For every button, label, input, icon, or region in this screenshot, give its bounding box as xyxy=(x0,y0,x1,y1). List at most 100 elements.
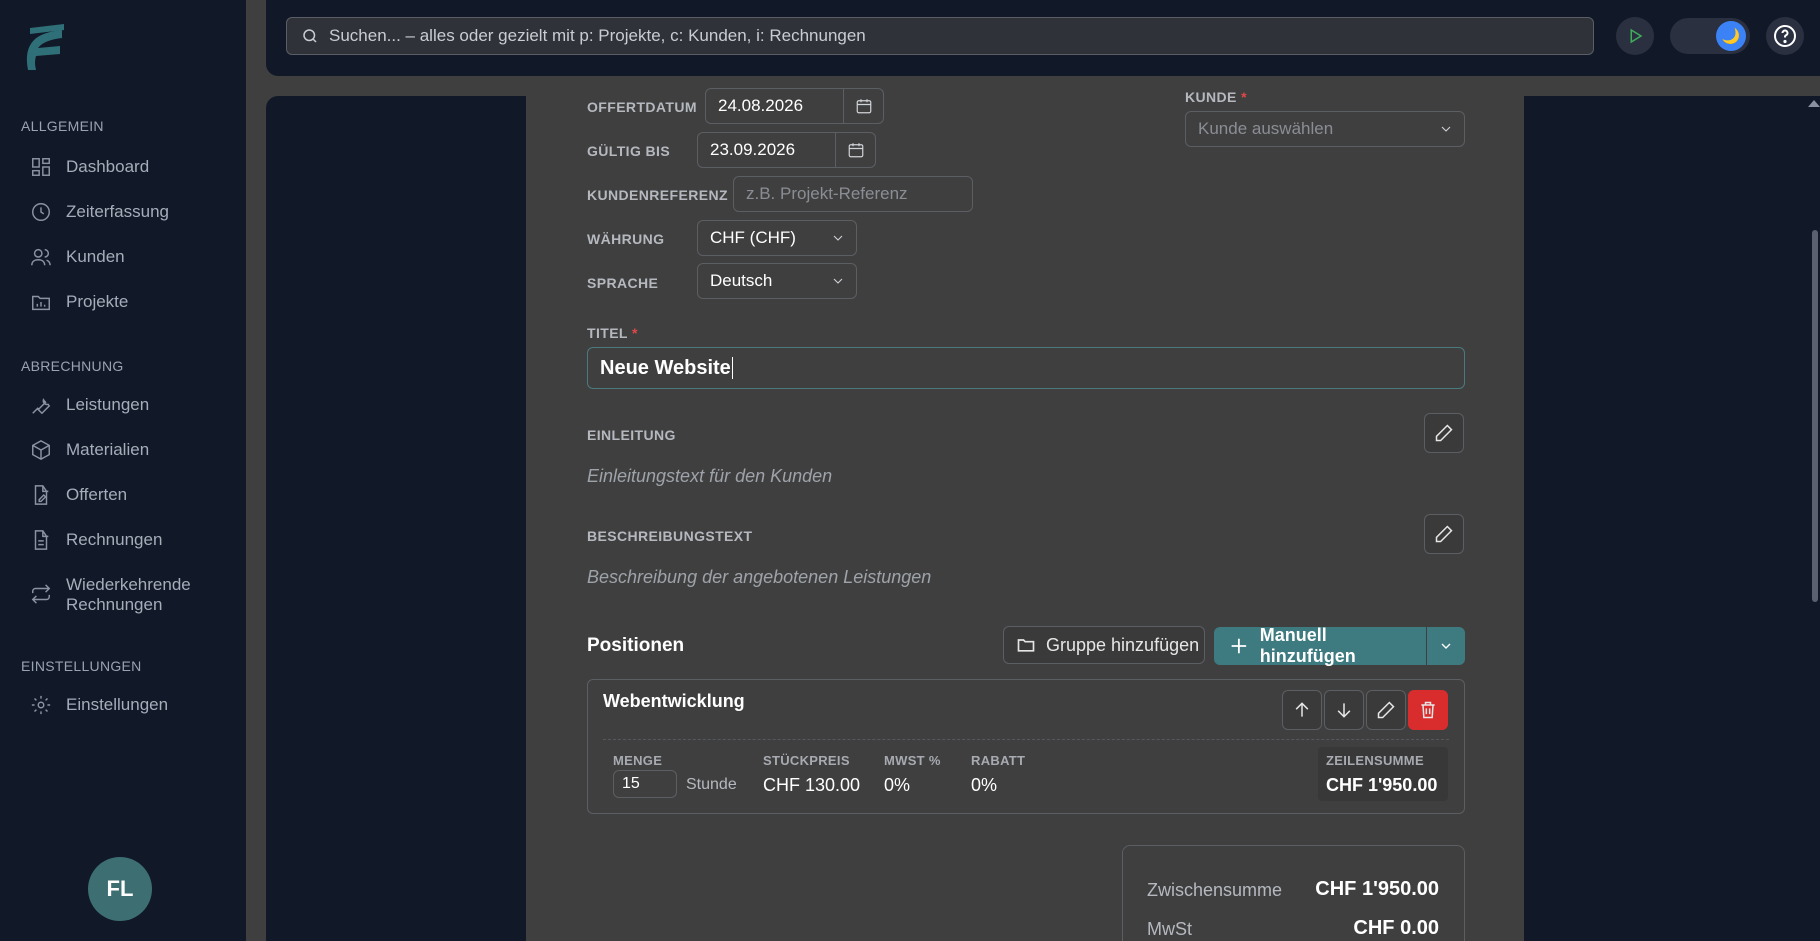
waehrung-value: CHF (CHF) xyxy=(710,228,796,247)
avatar[interactable]: FL xyxy=(88,857,152,921)
gueltig-bis-label: GÜLTIG BIS xyxy=(587,143,671,159)
scroll-up-arrow[interactable] xyxy=(1808,100,1820,107)
sidebar-item-label: Dashboard xyxy=(66,157,150,176)
search-icon xyxy=(303,29,317,43)
menge-label: MENGE xyxy=(613,753,663,768)
kundenreferenz-input[interactable]: z.B. Projekt-Referenz xyxy=(733,176,973,212)
sidebar-item-einstellungen[interactable]: Einstellungen xyxy=(30,694,168,716)
sidebar-item-label: Kunden xyxy=(66,247,125,266)
delete-position-button[interactable] xyxy=(1408,690,1448,730)
search-input[interactable]: Suchen... – alles oder gezielt mit p: Pr… xyxy=(286,17,1594,55)
calendar-button[interactable] xyxy=(843,89,883,123)
edit-beschreibung-button[interactable] xyxy=(1424,514,1464,554)
menge-input[interactable]: 15 xyxy=(613,770,677,798)
menge-value: 15 xyxy=(622,775,640,792)
calendar-icon xyxy=(848,143,863,158)
repeat-icon xyxy=(31,584,51,604)
sidebar-item-dashboard[interactable]: Dashboard xyxy=(30,156,149,178)
einleitung-label: EINLEITUNG xyxy=(587,427,676,443)
pencil-icon xyxy=(1377,701,1395,719)
theme-toggle[interactable]: 🌙 xyxy=(1670,18,1750,54)
waehrung-select[interactable]: CHF (CHF) xyxy=(697,220,857,256)
rabatt-value[interactable]: 0% xyxy=(971,775,997,796)
play-icon xyxy=(1630,28,1643,44)
gueltig-bis-field[interactable]: 23.09.2026 xyxy=(697,132,876,168)
add-options-dropdown[interactable] xyxy=(1427,627,1465,665)
search-placeholder: Suchen... – alles oder gezielt mit p: Pr… xyxy=(329,26,866,45)
positionen-title: Positionen xyxy=(587,635,685,656)
add-manual-label: Manuell hinzufügen xyxy=(1259,625,1356,666)
moon-icon: 🌙 xyxy=(1716,21,1746,51)
kunde-placeholder: Kunde auswählen xyxy=(1198,119,1334,138)
beschreibung-label: BESCHREIBUNGSTEXT xyxy=(587,528,753,544)
gueltig-bis-value: 23.09.2026 xyxy=(710,140,796,159)
sidebar-item-wiederkehrende-rechnungen[interactable]: Wiederkehrende Rechnungen xyxy=(30,575,191,615)
wrench-icon xyxy=(32,398,51,415)
sidebar-item-label: Leistungen xyxy=(66,395,150,414)
sprache-value: Deutsch xyxy=(710,271,773,290)
chevron-down-icon xyxy=(830,230,846,246)
pencil-icon xyxy=(1435,424,1453,442)
zeilensumme-value: CHF 1'950.00 xyxy=(1326,775,1438,795)
sidebar-item-materialien[interactable]: Materialien xyxy=(30,439,149,461)
chevron-down-icon xyxy=(830,273,846,289)
sidebar-item-zeiterfassung[interactable]: Zeiterfassung xyxy=(30,201,169,223)
titel-value: Neue Website xyxy=(600,356,731,379)
trash-icon xyxy=(1421,701,1435,719)
edit-position-button[interactable] xyxy=(1366,690,1406,730)
beschreibung-placeholder[interactable]: Beschreibung der angebotenen Leistungen xyxy=(587,567,931,588)
offer-form-card xyxy=(526,96,1524,941)
move-down-button[interactable] xyxy=(1324,690,1364,730)
arrow-up-icon xyxy=(1295,702,1309,717)
sprache-select[interactable]: Deutsch xyxy=(697,263,857,299)
divider xyxy=(603,739,1449,740)
help-icon xyxy=(1774,25,1796,47)
plus-icon xyxy=(1231,638,1247,654)
arrow-down-icon xyxy=(1337,703,1351,718)
file-text-icon xyxy=(34,530,49,550)
topbar: Suchen... – alles oder gezielt mit p: Pr… xyxy=(266,0,1820,76)
kunde-select[interactable]: Kunde auswählen xyxy=(1185,111,1465,147)
sidebar-item-label-2: Rechnungen xyxy=(66,595,163,614)
scrollbar[interactable] xyxy=(1812,230,1818,602)
titel-input[interactable]: Neue Website xyxy=(587,347,1465,389)
offertdatum-value: 24.08.2026 xyxy=(718,96,804,115)
zeilensumme-label: ZEILENSUMME xyxy=(1326,753,1424,768)
mwst-value[interactable]: 0% xyxy=(884,775,910,796)
calendar-icon xyxy=(856,99,871,114)
chevron-down-icon xyxy=(1441,643,1451,649)
edit-einleitung-button[interactable] xyxy=(1424,413,1464,453)
dashboard-icon xyxy=(32,158,50,176)
rabatt-label: RABATT xyxy=(971,753,1026,768)
kunde-label: KUNDE * xyxy=(1185,89,1247,105)
folder-icon xyxy=(1017,639,1035,652)
file-edit-icon xyxy=(34,485,49,505)
sidebar-item-offerten[interactable]: Offerten xyxy=(30,484,127,506)
offertdatum-field[interactable]: 24.08.2026 xyxy=(705,88,884,124)
sidebar-item-leistungen[interactable]: Leistungen xyxy=(30,394,149,416)
stueckpreis-value[interactable]: CHF 130.00 xyxy=(763,775,860,796)
timer-start-button[interactable] xyxy=(1616,17,1654,55)
sidebar-item-projekte[interactable]: Projekte xyxy=(30,291,128,313)
calendar-button[interactable] xyxy=(835,133,875,167)
einleitung-placeholder[interactable]: Einleitungstext für den Kunden xyxy=(587,466,832,487)
add-group-button[interactable]: Gruppe hinzufügen xyxy=(1003,626,1205,664)
section-allgemein: ALLGEMEIN xyxy=(21,118,104,134)
offertdatum-label: OFFERTDATUM xyxy=(587,99,697,115)
sidebar-item-kunden[interactable]: Kunden xyxy=(30,246,125,268)
gear-icon xyxy=(31,695,51,715)
zwischensumme-value: CHF 1'950.00 xyxy=(1315,878,1439,900)
sidebar-item-label: Wiederkehrende xyxy=(66,575,191,594)
help-button[interactable] xyxy=(1766,17,1804,55)
text-cursor xyxy=(731,357,733,379)
sidebar-item-label: Einstellungen xyxy=(66,695,169,714)
waehrung-label: WÄHRUNG xyxy=(587,231,665,247)
titel-label: TITEL * xyxy=(587,325,638,341)
users-icon xyxy=(31,248,51,266)
sidebar-item-rechnungen[interactable]: Rechnungen xyxy=(30,529,162,551)
sprache-label: SPRACHE xyxy=(587,275,659,291)
folder-chart-icon xyxy=(32,295,50,311)
move-up-button[interactable] xyxy=(1282,690,1322,730)
add-manual-button[interactable]: Manuell hinzufügen xyxy=(1214,625,1426,666)
logo-icon[interactable] xyxy=(20,20,68,76)
